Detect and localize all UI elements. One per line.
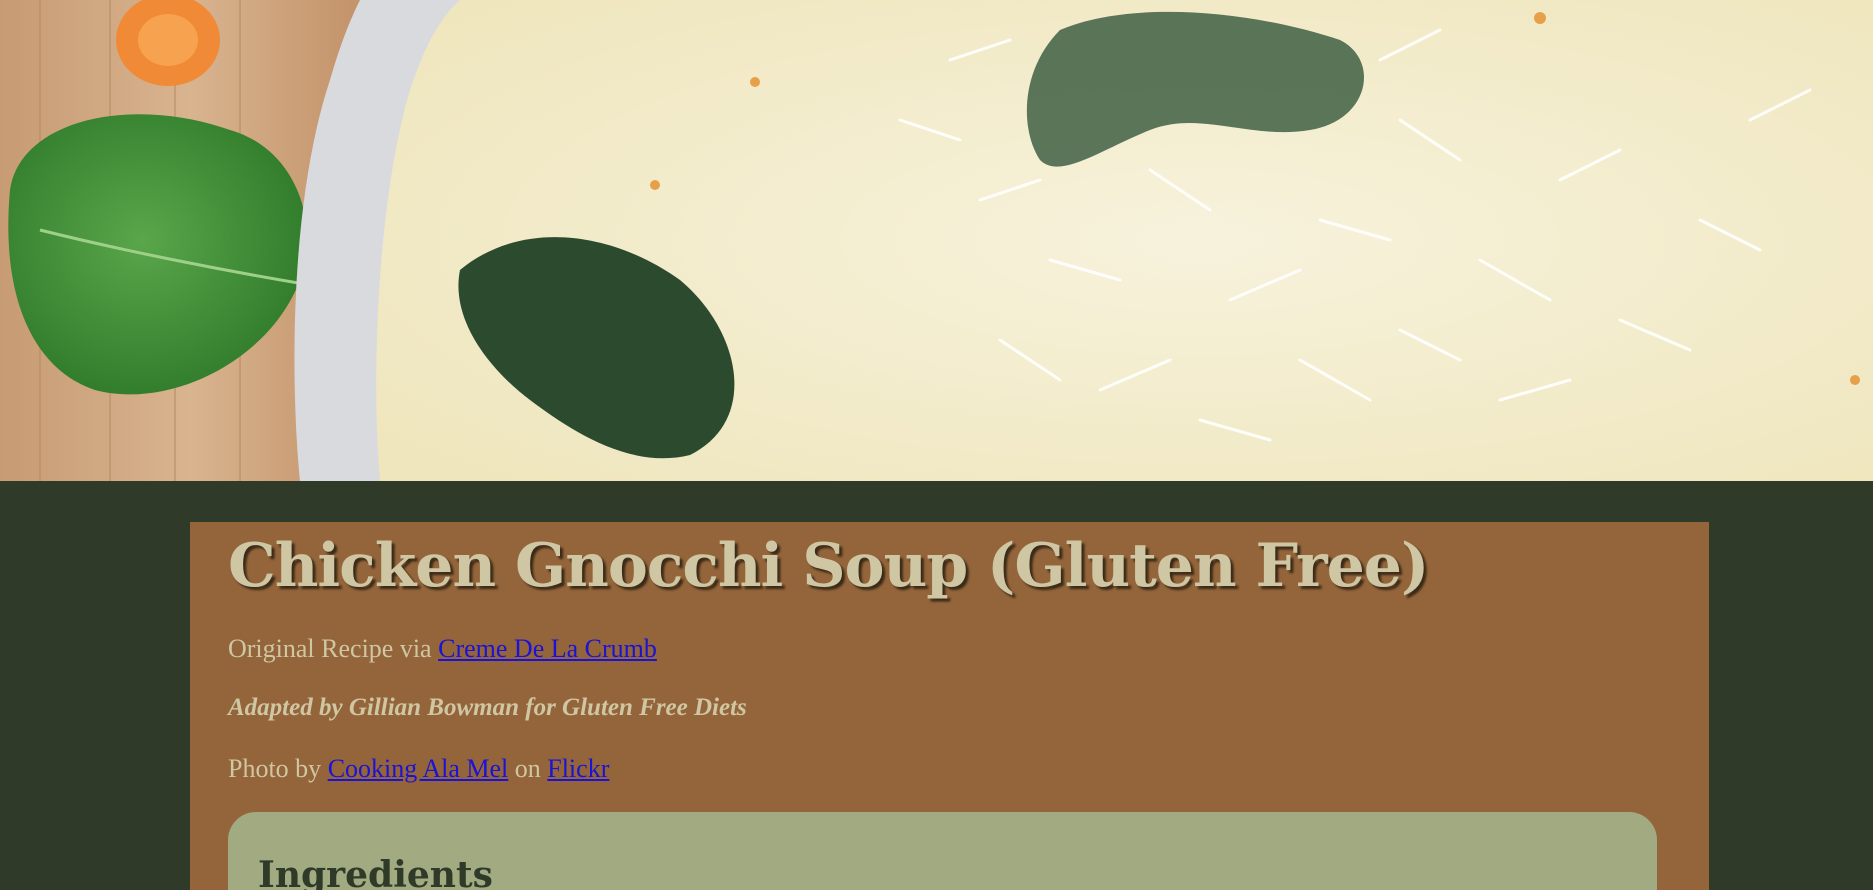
original-recipe-credit: Original Recipe via Creme De La Crumb xyxy=(228,634,657,664)
ingredients-heading: Ingredients xyxy=(258,854,493,890)
recipe-card: Chicken Gnocchi Soup (Gluten Free) Origi… xyxy=(190,522,1709,890)
ingredients-panel: Ingredients xyxy=(228,812,1657,890)
photo-credit-prefix: Photo by xyxy=(228,754,322,783)
original-recipe-link[interactable]: Creme De La Crumb xyxy=(438,634,657,663)
photo-site-link[interactable]: Flickr xyxy=(547,754,609,783)
original-recipe-prefix: Original Recipe via xyxy=(228,634,432,663)
recipe-title: Chicken Gnocchi Soup (Gluten Free) xyxy=(228,531,1429,601)
hero-image xyxy=(0,0,1873,481)
adapted-by-credit: Adapted by Gillian Bowman for Gluten Fre… xyxy=(228,694,747,721)
photo-credit: Photo by Cooking Ala Mel on Flickr xyxy=(228,754,609,784)
soup-photo xyxy=(0,0,1873,481)
photo-author-link[interactable]: Cooking Ala Mel xyxy=(328,754,509,783)
photo-on-text: on xyxy=(514,754,541,783)
